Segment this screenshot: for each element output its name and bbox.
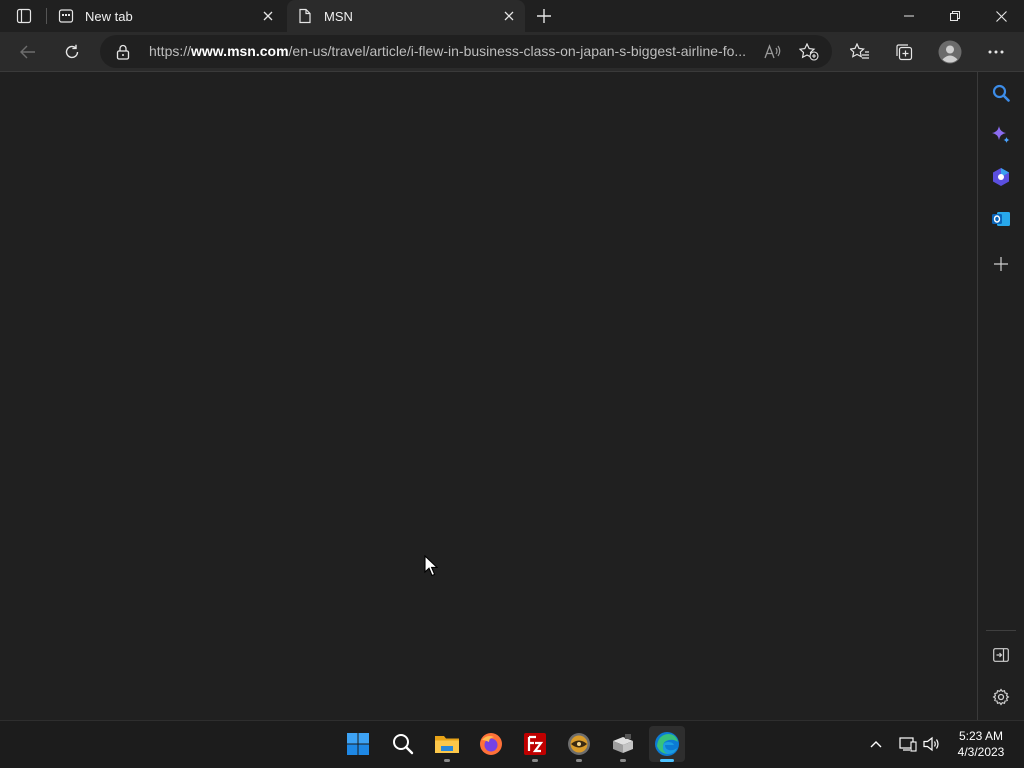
taskbar-file-explorer[interactable] [429, 726, 465, 762]
tab-new-tab[interactable]: New tab [48, 0, 284, 32]
sidebar-sparkle-button[interactable] [988, 122, 1014, 148]
taskbar-filezilla[interactable] [517, 726, 553, 762]
taskbar-search-button[interactable] [385, 726, 421, 762]
reload-icon [65, 44, 79, 59]
shopping-icon [993, 168, 1009, 186]
close-tab-button[interactable] [499, 6, 519, 26]
restore-button[interactable] [932, 0, 978, 32]
edge-sidebar [977, 72, 1024, 720]
edge-icon [655, 732, 679, 756]
running-indicator [444, 759, 450, 762]
collections-button[interactable] [888, 36, 920, 68]
sidebar-shopping-button[interactable] [988, 164, 1014, 190]
running-indicator [576, 759, 582, 762]
url-text[interactable]: https://www.msn.com/en-us/travel/article… [149, 43, 746, 59]
hide-sidebar-icon [993, 648, 1009, 662]
mouse-cursor-icon [424, 555, 438, 577]
media-app-icon [568, 733, 590, 755]
tab-actions-icon [16, 8, 32, 24]
show-hidden-icons-button[interactable] [865, 733, 887, 755]
firefox-icon [480, 733, 502, 755]
taskbar: 5:23 AM 4/3/2023 [0, 720, 1024, 768]
volume-icon [923, 736, 939, 752]
add-icon [994, 257, 1008, 271]
profile-icon [938, 40, 962, 64]
clock-date: 4/3/2023 [957, 745, 1005, 759]
tab-label: MSN [324, 8, 353, 24]
file-explorer-icon [435, 736, 459, 753]
document-icon [297, 8, 313, 24]
back-button[interactable] [12, 36, 44, 68]
collections-icon [896, 44, 913, 61]
tab-strip: New tab MSN [0, 0, 1024, 32]
close-icon [504, 11, 514, 21]
page-content[interactable] [0, 72, 977, 720]
favorites-icon [850, 43, 869, 59]
more-menu-button[interactable] [980, 36, 1012, 68]
outlook-icon [992, 212, 1010, 226]
network-icon [899, 737, 917, 752]
system-clock[interactable]: 5:23 AM 4/3/2023 [946, 728, 1016, 760]
close-tab-button[interactable] [258, 6, 278, 26]
url-domain: www.msn.com [191, 43, 289, 59]
running-indicator [620, 759, 626, 762]
volume-button[interactable] [921, 733, 943, 755]
filezilla-icon [524, 733, 546, 755]
sidebar-add-button[interactable] [988, 251, 1014, 277]
start-button[interactable] [340, 726, 376, 762]
running-indicator [532, 759, 538, 762]
close-icon [995, 10, 1007, 22]
package-app-icon [613, 734, 633, 753]
address-bar[interactable]: https://www.msn.com/en-us/travel/article… [100, 35, 832, 68]
url-path: /en-us/travel/article/i-flew-in-business… [288, 43, 747, 59]
close-window-button[interactable] [978, 0, 1024, 32]
taskbar-package-app[interactable] [605, 726, 641, 762]
taskbar-media-app[interactable] [561, 726, 597, 762]
tab-actions-button[interactable] [8, 4, 40, 28]
plus-icon [537, 9, 551, 23]
tab-separator [46, 8, 47, 24]
sidebar-divider [986, 630, 1016, 631]
sidebar-outlook-button[interactable] [988, 206, 1014, 232]
add-favorite-button[interactable] [798, 42, 820, 62]
taskbar-firefox[interactable] [473, 726, 509, 762]
newtab-page-icon [58, 8, 74, 24]
profile-button[interactable] [934, 36, 966, 68]
clock-time: 5:23 AM [958, 729, 1004, 743]
read-aloud-icon [764, 44, 781, 59]
url-prefix: https:// [149, 43, 192, 59]
settings-icon [992, 688, 1010, 706]
copilot-sparkle-icon [992, 126, 1010, 143]
sidebar-settings-button[interactable] [988, 684, 1014, 710]
search-icon [393, 734, 414, 755]
hide-sidebar-button[interactable] [988, 642, 1014, 668]
tab-label: New tab [85, 8, 133, 24]
minimize-button[interactable] [886, 0, 932, 32]
minimize-icon [904, 15, 914, 17]
new-tab-button[interactable] [532, 4, 556, 28]
active-indicator [660, 759, 674, 762]
navigation-toolbar: https://www.msn.com/en-us/travel/article… [0, 32, 1024, 72]
network-button[interactable] [897, 733, 919, 755]
read-aloud-button[interactable] [762, 42, 784, 62]
lock-icon[interactable] [116, 44, 130, 60]
taskbar-edge[interactable] [649, 726, 685, 762]
start-icon [347, 733, 369, 755]
reload-button[interactable] [56, 36, 88, 68]
sidebar-search-button[interactable] [988, 80, 1014, 106]
tab-msn[interactable]: MSN [287, 0, 525, 32]
add-favorite-icon [799, 43, 819, 61]
close-icon [263, 11, 273, 21]
chevron-up-icon [870, 741, 882, 748]
restore-icon [950, 11, 960, 21]
more-icon [988, 50, 1004, 54]
back-icon [20, 45, 35, 59]
search-icon [992, 84, 1010, 102]
favorites-button[interactable] [844, 36, 876, 68]
